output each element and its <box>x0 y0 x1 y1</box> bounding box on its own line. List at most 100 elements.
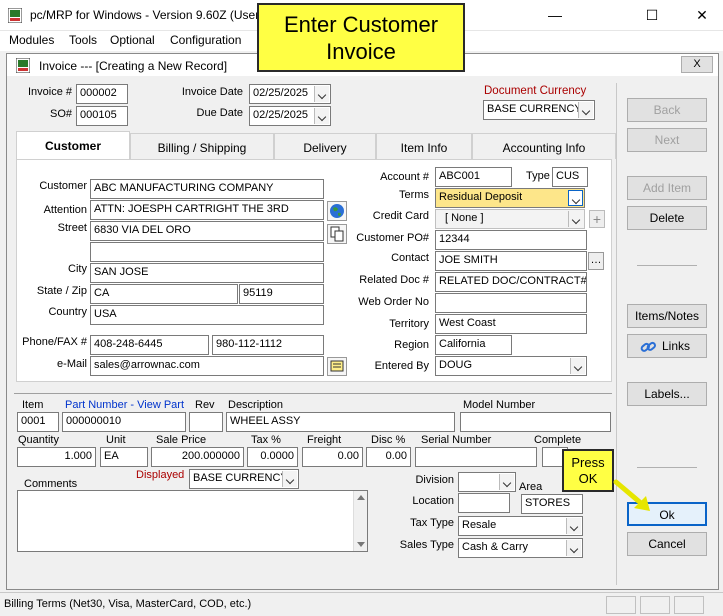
street-field-2[interactable] <box>90 242 324 262</box>
account-field[interactable]: ABC001 <box>435 167 512 187</box>
territory-field[interactable]: West Coast <box>435 314 587 334</box>
chevron-down-icon[interactable] <box>568 211 583 227</box>
document-currency-select[interactable]: BASE CURRENCY <box>483 100 595 120</box>
chevron-down-icon[interactable] <box>314 86 329 102</box>
entered-by-select[interactable]: DOUG <box>435 356 587 376</box>
sales-type-select[interactable]: Cash & Carry <box>458 538 583 558</box>
area-field[interactable]: STORES <box>521 494 583 514</box>
rev-label: Rev <box>195 399 215 411</box>
area-label: Area <box>519 481 543 493</box>
state-field[interactable]: CA <box>90 284 238 304</box>
quantity-field[interactable]: 1.000 <box>17 447 96 467</box>
customer-name-field[interactable]: ABC MANUFACTURING COMPANY <box>90 179 324 199</box>
part-number-link[interactable]: Part Number - View Part <box>65 399 184 411</box>
chevron-down-icon[interactable] <box>314 108 329 124</box>
chevron-down-icon[interactable] <box>282 471 297 487</box>
model-number-field[interactable] <box>460 412 611 432</box>
side-separator <box>637 265 697 266</box>
chevron-down-icon[interactable] <box>499 474 514 490</box>
zip-field[interactable]: 95119 <box>239 284 324 304</box>
status-pane-3 <box>674 596 704 614</box>
chevron-down-icon[interactable] <box>578 102 593 118</box>
tab-delivery[interactable]: Delivery <box>274 133 376 159</box>
country-field[interactable]: USA <box>90 305 324 325</box>
so-number-field[interactable]: 000105 <box>76 106 128 126</box>
section-divider <box>14 393 612 394</box>
displayed-currency-select[interactable]: BASE CURRENCY <box>189 469 299 489</box>
delete-button[interactable]: Delete <box>627 206 707 230</box>
city-label: City <box>68 263 87 275</box>
tax-type-select[interactable]: Resale <box>458 516 583 536</box>
window-close-button[interactable]: X <box>681 56 713 73</box>
invoice-date-label: Invoice Date <box>181 86 243 98</box>
unit-label: Unit <box>106 434 126 446</box>
quantity-label: Quantity <box>18 434 59 446</box>
contact-lookup-icon[interactable]: … <box>588 252 604 270</box>
tab-customer[interactable]: Customer <box>16 131 130 159</box>
serial-number-field[interactable] <box>415 447 537 467</box>
disc-percent-field[interactable]: 0.00 <box>366 447 411 467</box>
tab-billing-shipping[interactable]: Billing / Shipping <box>130 133 274 159</box>
chevron-down-icon[interactable] <box>566 518 581 534</box>
add-item-button[interactable]: Add Item <box>627 176 707 200</box>
chevron-down-icon[interactable] <box>568 190 583 206</box>
menu-modules[interactable]: Modules <box>9 33 54 47</box>
side-separator-2 <box>637 467 697 468</box>
customer-po-label: Customer PO# <box>356 232 429 244</box>
scroll-down-icon[interactable] <box>357 542 365 547</box>
minimize-icon[interactable]: — <box>543 4 567 26</box>
customer-label: Customer <box>39 180 87 192</box>
menu-configuration[interactable]: Configuration <box>170 33 241 47</box>
links-button[interactable]: Links <box>627 334 707 358</box>
customer-po-field[interactable]: 12344 <box>435 230 587 250</box>
back-button[interactable]: Back <box>627 98 707 122</box>
city-field[interactable]: SAN JOSE <box>90 263 324 283</box>
menu-tools[interactable]: Tools <box>69 33 97 47</box>
description-field[interactable]: WHEEL ASSY <box>226 412 455 432</box>
state-zip-label: State / Zip <box>36 285 87 297</box>
attention-field[interactable]: ATTN: JOESPH CARTRIGHT THE 3RD <box>90 200 324 220</box>
item-field[interactable]: 0001 <box>17 412 59 432</box>
cancel-button[interactable]: Cancel <box>627 532 707 556</box>
type-field[interactable]: CUS <box>552 167 588 187</box>
unit-field[interactable]: EA <box>100 447 148 467</box>
tab-item-info[interactable]: Item Info <box>376 133 472 159</box>
chevron-down-icon[interactable] <box>566 540 581 556</box>
contact-field[interactable]: JOE SMITH <box>435 251 587 271</box>
phone-field[interactable]: 408-248-6445 <box>90 335 209 355</box>
email-field[interactable]: sales@arrownac.com <box>90 356 324 376</box>
menu-optional[interactable]: Optional <box>110 33 155 47</box>
comments-scrollbar[interactable] <box>353 491 367 551</box>
division-label: Division <box>415 474 454 486</box>
web-order-field[interactable] <box>435 293 587 313</box>
terms-select[interactable]: Residual Deposit <box>435 188 585 208</box>
invoice-date-field[interactable]: 02/25/2025 <box>249 84 331 104</box>
freight-field[interactable]: 0.00 <box>302 447 363 467</box>
chevron-down-icon[interactable] <box>570 358 585 374</box>
location-field[interactable] <box>458 493 510 513</box>
status-text: Billing Terms (Net30, Visa, MasterCard, … <box>4 598 252 610</box>
due-date-field[interactable]: 02/25/2025 <box>249 106 331 126</box>
invoice-number-field[interactable]: 000002 <box>76 84 128 104</box>
street-field-1[interactable]: 6830 VIA DEL ORO <box>90 221 324 241</box>
fax-field[interactable]: 980-112-1112 <box>212 335 324 355</box>
invoice-label: Invoice # <box>27 86 72 98</box>
related-doc-field[interactable]: RELATED DOC/CONTRACT# <box>435 272 587 292</box>
attention-label: Attention <box>43 204 87 216</box>
comments-textarea[interactable] <box>17 490 368 552</box>
items-notes-button[interactable]: Items/Notes <box>627 304 707 328</box>
labels-button[interactable]: Labels... <box>627 382 707 406</box>
sale-price-field[interactable]: 200.000000 <box>151 447 244 467</box>
add-credit-card-icon[interactable]: + <box>589 210 605 228</box>
close-icon[interactable]: ✕ <box>690 4 714 26</box>
tax-percent-field[interactable]: 0.0000 <box>247 447 298 467</box>
credit-card-select[interactable]: [ None ] <box>435 209 585 229</box>
tab-accounting-info[interactable]: Accounting Info <box>472 133 616 159</box>
part-number-field[interactable]: 000000010 <box>62 412 186 432</box>
rev-field[interactable] <box>189 412 223 432</box>
region-field[interactable]: California <box>435 335 512 355</box>
division-select[interactable] <box>458 472 516 492</box>
next-button[interactable]: Next <box>627 128 707 152</box>
maximize-icon[interactable]: ☐ <box>640 4 664 26</box>
scroll-up-icon[interactable] <box>357 495 365 500</box>
